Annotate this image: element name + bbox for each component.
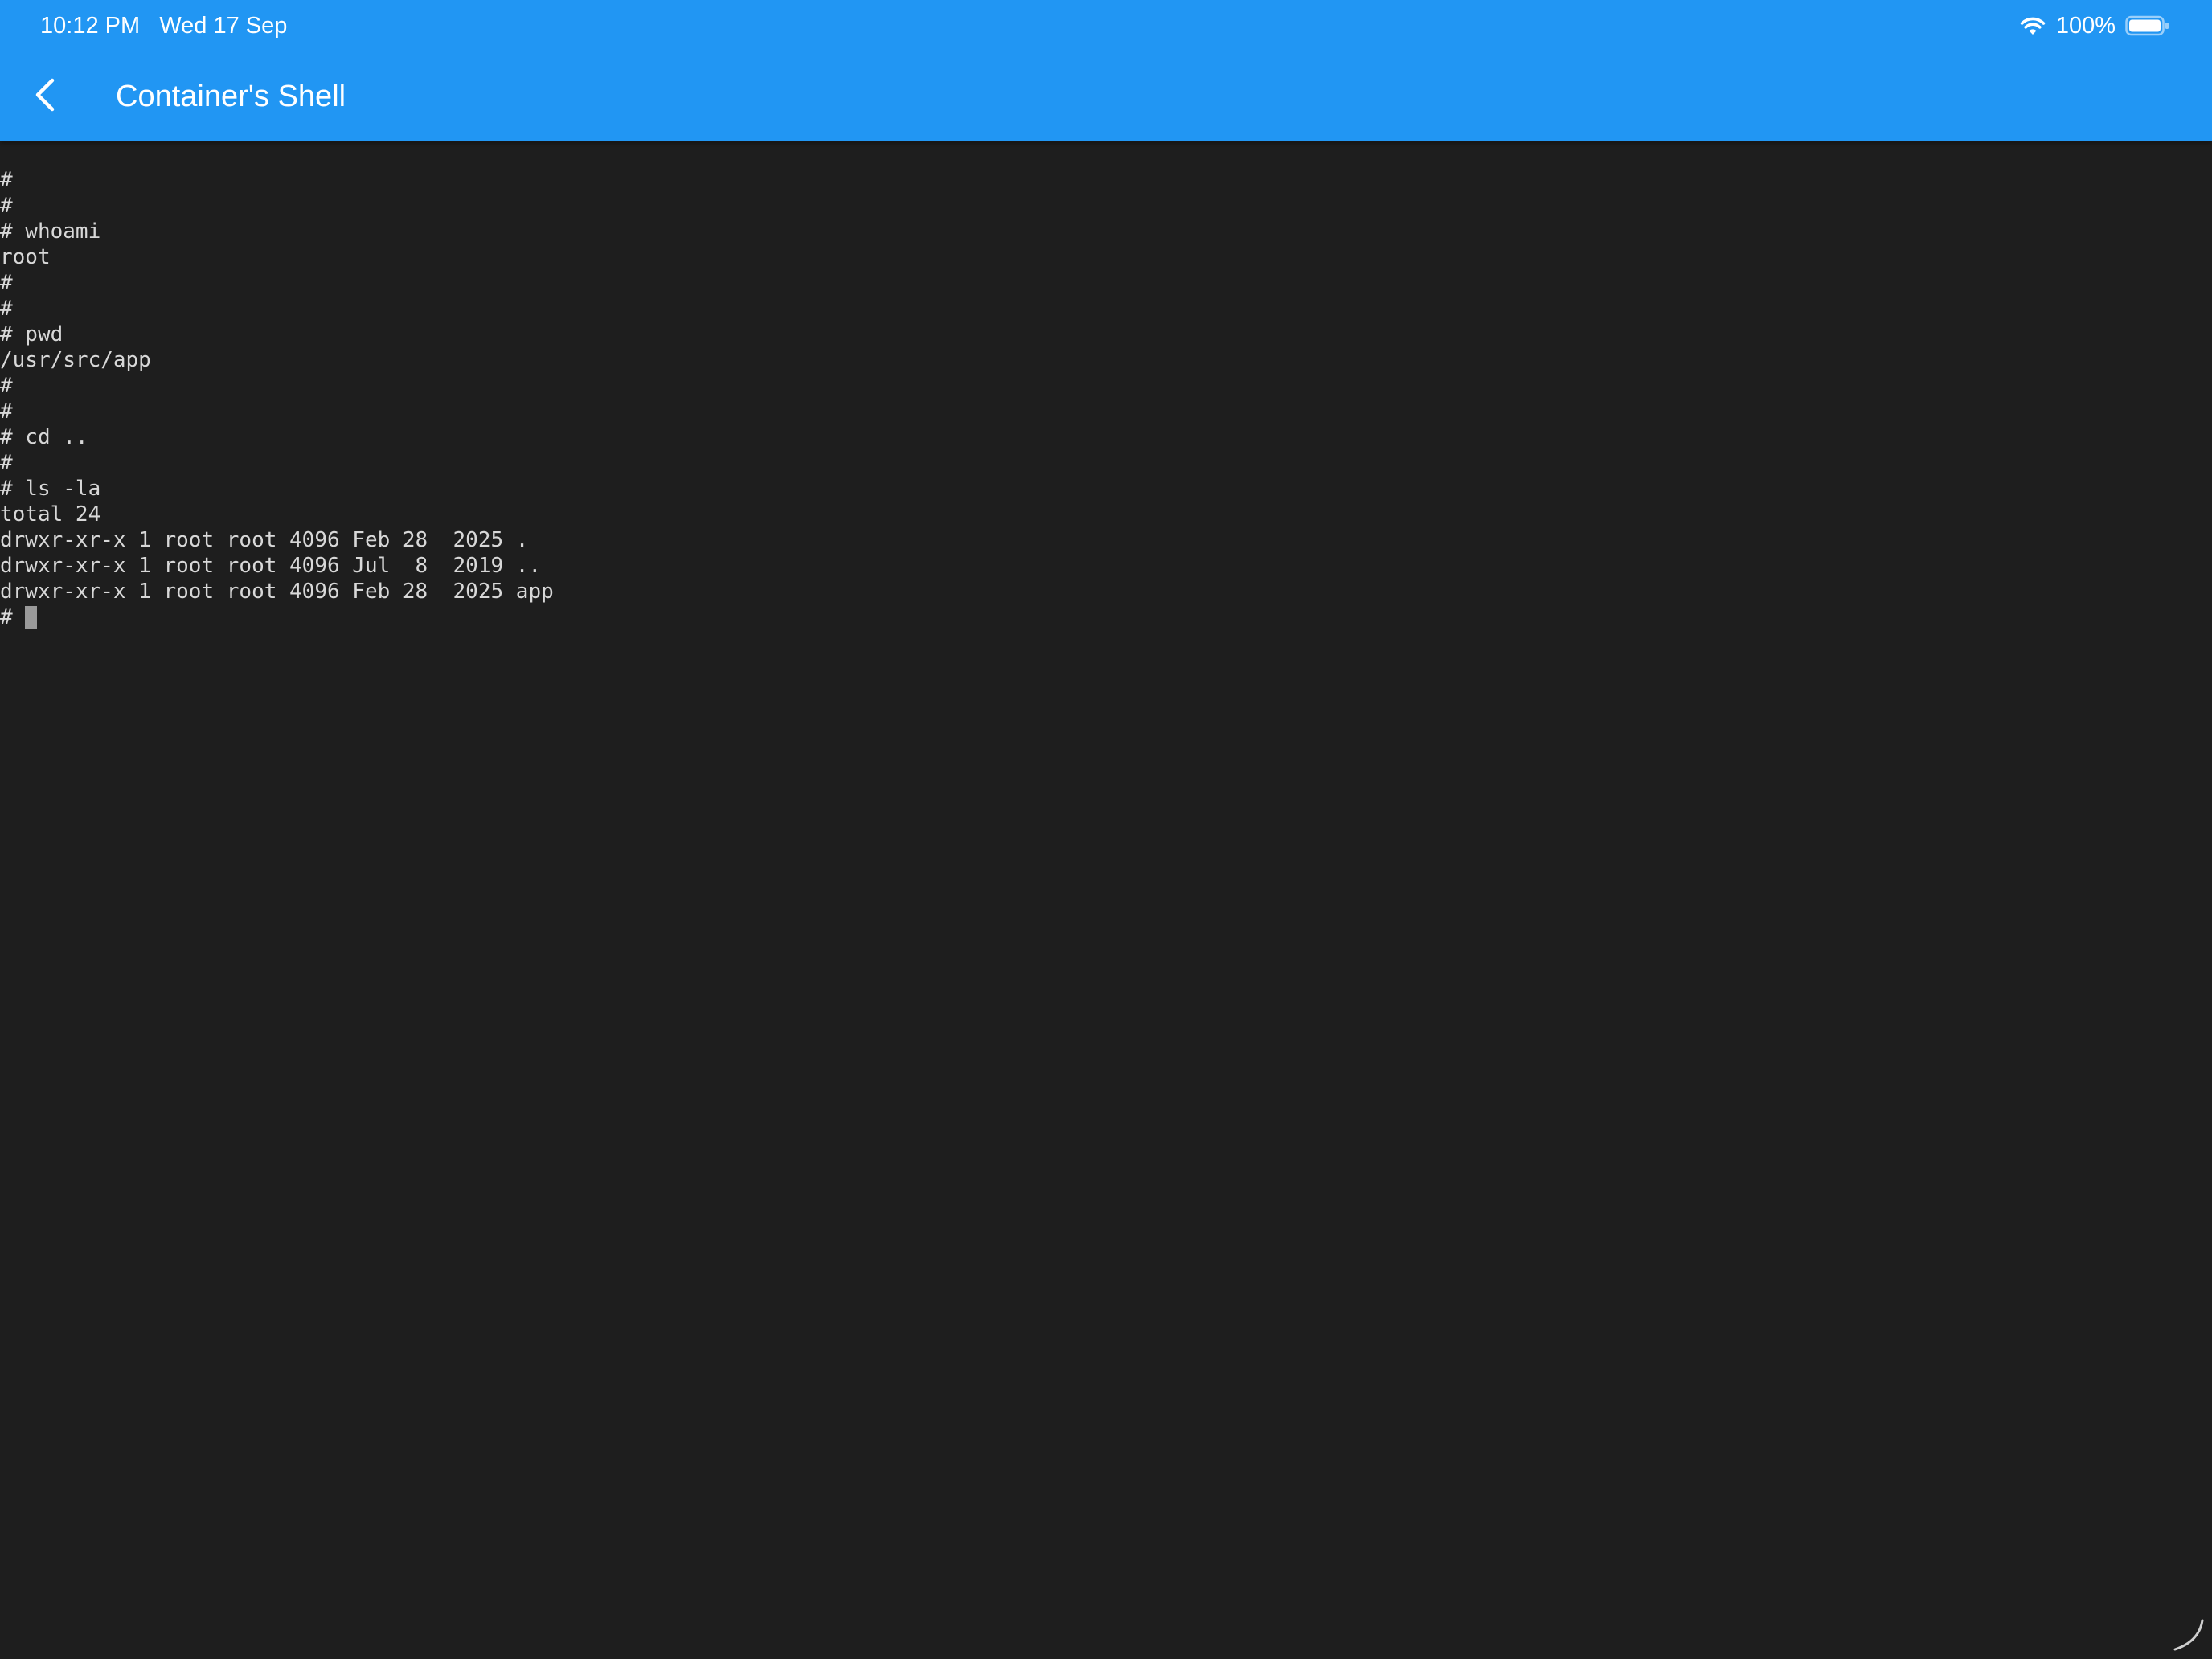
terminal-prompt-line[interactable]: # bbox=[0, 604, 2212, 630]
terminal-line: # bbox=[0, 297, 13, 321]
terminal-cursor bbox=[25, 606, 38, 629]
chevron-left-icon bbox=[35, 78, 55, 112]
status-bar-datetime: 10:12 PM Wed 17 Sep bbox=[40, 11, 287, 40]
terminal-line: root bbox=[0, 245, 51, 269]
status-bar-right: 100% bbox=[2019, 11, 2170, 40]
terminal-line: # bbox=[0, 194, 13, 218]
terminal-line: # bbox=[0, 168, 13, 192]
terminal-view[interactable]: # # # whoami root # # # pwd /usr/src/app… bbox=[0, 141, 2212, 1659]
terminal-line: # whoami bbox=[0, 219, 101, 244]
terminal-line: # bbox=[0, 374, 13, 398]
terminal-line: # ls -la bbox=[0, 477, 101, 501]
terminal-prompt: # bbox=[0, 605, 26, 629]
terminal-line: drwxr-xr-x 1 root root 4096 Feb 28 2025 … bbox=[0, 528, 529, 552]
terminal-line: drwxr-xr-x 1 root root 4096 Jul 8 2019 .… bbox=[0, 554, 542, 578]
status-time: 10:12 PM bbox=[40, 13, 141, 39]
terminal-line: # bbox=[0, 271, 13, 295]
resize-handle-icon[interactable] bbox=[2170, 1617, 2206, 1653]
app-bar: 10:12 PM Wed 17 Sep 100% Container's She… bbox=[0, 0, 2212, 141]
battery-icon bbox=[2125, 15, 2170, 36]
terminal-line: /usr/src/app bbox=[0, 348, 151, 372]
status-date: Wed 17 Sep bbox=[159, 13, 288, 39]
battery-percentage: 100% bbox=[2055, 13, 2116, 39]
page-title: Container's Shell bbox=[116, 80, 346, 113]
back-button[interactable] bbox=[21, 68, 69, 122]
terminal-line: # pwd bbox=[0, 322, 63, 346]
terminal-line: # bbox=[0, 399, 13, 424]
terminal-line: drwxr-xr-x 1 root root 4096 Feb 28 2025 … bbox=[0, 580, 554, 604]
terminal-line: # bbox=[0, 451, 13, 475]
terminal-line: total 24 bbox=[0, 502, 101, 526]
terminal-line: # cd .. bbox=[0, 425, 88, 449]
wifi-icon bbox=[2019, 15, 2046, 36]
